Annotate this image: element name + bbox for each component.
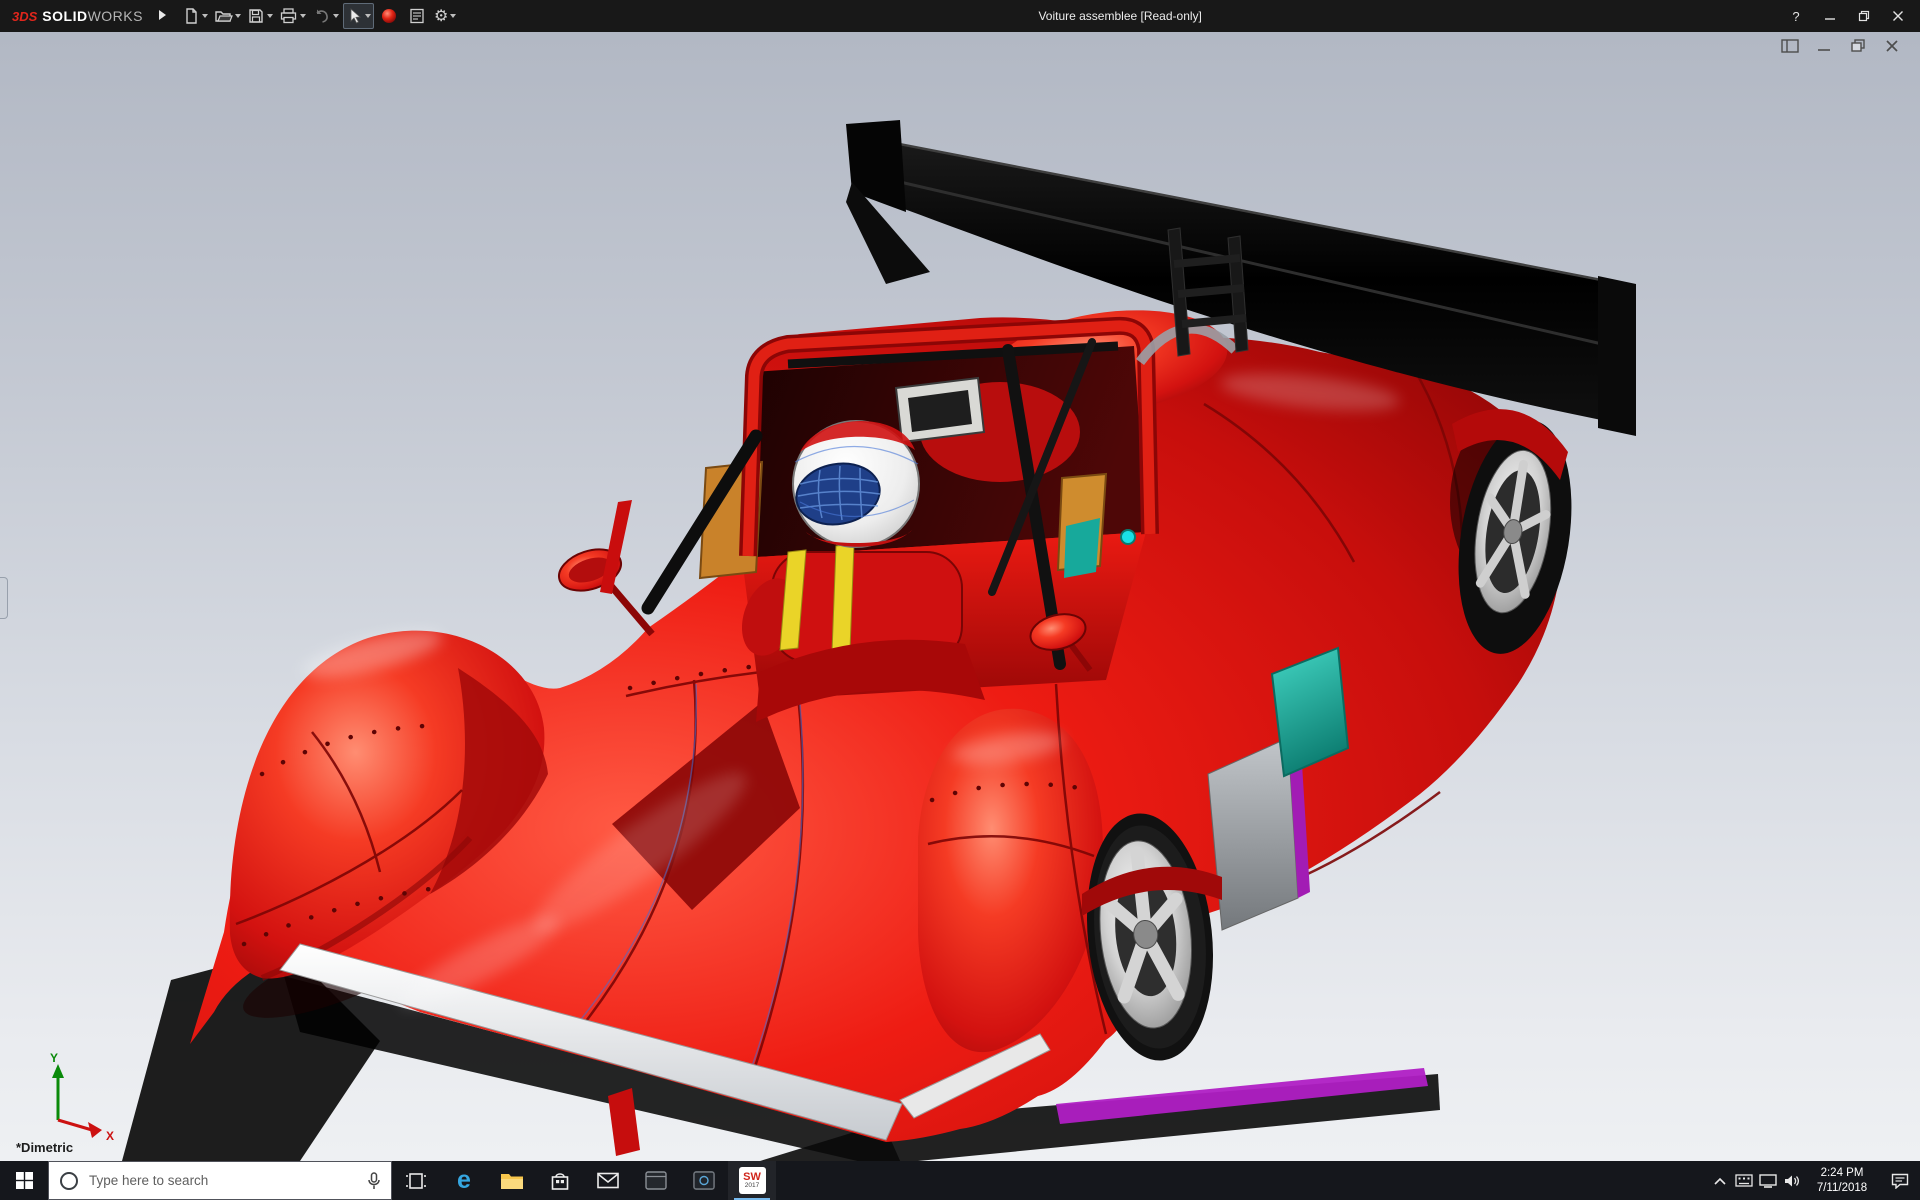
teal-panel bbox=[1064, 518, 1100, 578]
quick-access-toolbar: ⚙ bbox=[180, 3, 458, 29]
app-window-1-icon bbox=[645, 1171, 667, 1190]
task-pane-button[interactable] bbox=[404, 3, 430, 29]
restore-button[interactable] bbox=[1850, 3, 1878, 29]
network-icon[interactable] bbox=[1756, 1161, 1780, 1200]
window-controls: ? bbox=[1782, 3, 1920, 29]
search-placeholder: Type here to search bbox=[89, 1173, 357, 1188]
cortana-icon bbox=[59, 1171, 79, 1191]
race-car-model[interactable] bbox=[0, 32, 1920, 1161]
document-title: Voiture assemblee [Read-only] bbox=[1038, 9, 1201, 23]
triad-y-label: Y bbox=[50, 1051, 58, 1065]
undo-icon bbox=[312, 7, 331, 25]
options-gear-icon: ⚙ bbox=[434, 6, 448, 26]
orientation-triad: Y X bbox=[22, 1050, 142, 1146]
doc-pane-icon[interactable] bbox=[1780, 37, 1800, 55]
open-button[interactable] bbox=[212, 3, 243, 29]
file-explorer-button[interactable] bbox=[488, 1161, 536, 1200]
touch-keyboard-icon[interactable] bbox=[1732, 1161, 1756, 1200]
appearance-button[interactable] bbox=[376, 3, 402, 29]
store-button[interactable] bbox=[536, 1161, 584, 1200]
print-icon bbox=[279, 7, 298, 25]
clock-time: 2:24 PM bbox=[1821, 1166, 1864, 1181]
doc-close-icon[interactable] bbox=[1882, 37, 1902, 55]
restore-icon bbox=[1858, 10, 1870, 22]
edge-icon: e bbox=[457, 1168, 471, 1193]
brand-solid-text: SOLID bbox=[42, 8, 87, 24]
volume-icon[interactable] bbox=[1780, 1161, 1804, 1200]
task-view-icon bbox=[405, 1172, 427, 1190]
app-window-2-icon bbox=[693, 1171, 715, 1190]
app-titlebar: 3DS SOLID WORKS bbox=[0, 0, 1920, 32]
select-tool-button[interactable] bbox=[343, 3, 374, 29]
start-button[interactable] bbox=[0, 1161, 48, 1200]
minimize-icon bbox=[1824, 10, 1836, 22]
system-tray: 2:24 PM 7/11/2018 bbox=[1708, 1161, 1920, 1200]
hidden-icons-chevron[interactable] bbox=[1708, 1161, 1732, 1200]
new-document-icon bbox=[182, 7, 200, 25]
appearance-sphere-icon bbox=[380, 7, 398, 25]
mail-envelope-icon bbox=[597, 1172, 619, 1189]
view-orientation-label: *Dimetric bbox=[16, 1140, 73, 1155]
store-bag-icon bbox=[550, 1171, 570, 1191]
taskbar-search-input[interactable]: Type here to search bbox=[48, 1161, 392, 1200]
harness-strap bbox=[832, 544, 854, 652]
windows-taskbar: Type here to search e bbox=[0, 1161, 1920, 1200]
select-cursor-icon bbox=[346, 7, 363, 25]
help-button[interactable]: ? bbox=[1782, 3, 1810, 29]
close-button[interactable] bbox=[1884, 3, 1912, 29]
clock-date: 7/11/2018 bbox=[1817, 1181, 1867, 1196]
solidworks-logo: 3DS SOLID WORKS bbox=[0, 8, 143, 24]
doc-restore-icon[interactable] bbox=[1848, 37, 1868, 55]
task-view-button[interactable] bbox=[392, 1161, 440, 1200]
solidworks-app-button[interactable]: SW 2017 bbox=[728, 1161, 776, 1200]
air-intake[interactable] bbox=[896, 378, 984, 442]
save-floppy-icon bbox=[247, 7, 265, 25]
save-button[interactable] bbox=[245, 3, 275, 29]
new-document-button[interactable] bbox=[180, 3, 210, 29]
app-window-1-button[interactable] bbox=[632, 1161, 680, 1200]
close-icon bbox=[1892, 10, 1904, 22]
taskbar-clock[interactable]: 2:24 PM 7/11/2018 bbox=[1804, 1161, 1880, 1200]
options-button[interactable]: ⚙ bbox=[432, 3, 458, 29]
undo-button[interactable] bbox=[310, 3, 341, 29]
document-window-controls bbox=[1780, 37, 1902, 55]
app-window-2-button[interactable] bbox=[680, 1161, 728, 1200]
edge-button[interactable]: e bbox=[440, 1161, 488, 1200]
windows-logo-icon bbox=[16, 1172, 33, 1189]
microphone-icon[interactable] bbox=[367, 1172, 381, 1190]
cyan-button bbox=[1121, 530, 1135, 544]
task-pane-icon bbox=[408, 7, 426, 25]
doc-minimize-icon[interactable] bbox=[1814, 37, 1834, 55]
graphics-area[interactable]: Y X *Dimetric bbox=[0, 32, 1920, 1161]
print-button[interactable] bbox=[277, 3, 308, 29]
3ds-logo-icon: 3DS bbox=[12, 9, 37, 24]
folder-icon bbox=[500, 1171, 524, 1190]
wiper-blade bbox=[600, 500, 632, 594]
triad-x-label: X bbox=[106, 1129, 114, 1143]
action-center-icon bbox=[1891, 1173, 1909, 1189]
action-center-button[interactable] bbox=[1880, 1161, 1920, 1200]
toolbar-expand-icon[interactable] bbox=[159, 7, 166, 25]
minimize-button[interactable] bbox=[1816, 3, 1844, 29]
mail-button[interactable] bbox=[584, 1161, 632, 1200]
brand-works-text: WORKS bbox=[88, 8, 143, 24]
open-folder-icon bbox=[214, 7, 233, 25]
solidworks-app-icon: SW 2017 bbox=[739, 1167, 766, 1194]
